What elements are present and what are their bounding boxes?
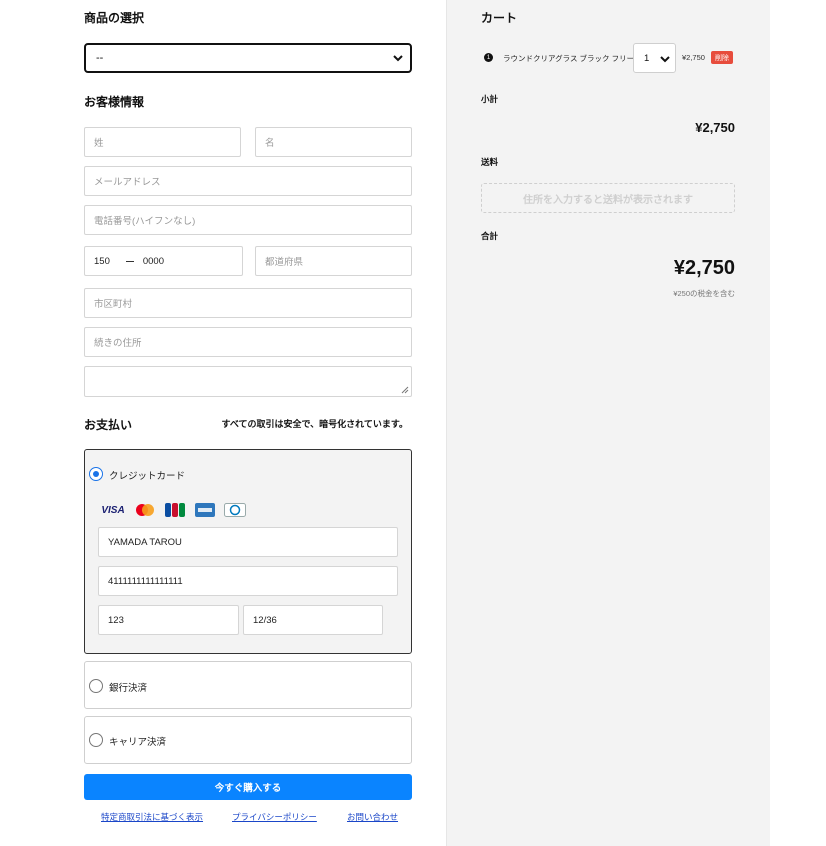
card-holder-value: YAMADA TAROU: [108, 536, 182, 548]
card-cvc-input[interactable]: 123: [98, 605, 239, 635]
resize-grip-icon[interactable]: [401, 386, 409, 394]
mastercard-icon: [134, 503, 156, 517]
card-expiry-value: 12/36: [253, 614, 277, 626]
credit-card-label: クレジットカード: [109, 471, 186, 482]
carrier-option[interactable]: キャリア決済: [84, 716, 412, 764]
cart-item-price: ¥2,750: [682, 53, 705, 62]
privacy-link[interactable]: プライバシーポリシー: [232, 811, 317, 823]
chevron-down-icon: [393, 55, 403, 62]
tax-note: ¥250の税金を含む: [673, 289, 735, 298]
total-label: 合計: [481, 231, 499, 241]
diners-icon: [224, 503, 246, 517]
carrier-radio[interactable]: [89, 733, 103, 747]
cart-title: カート: [481, 11, 518, 25]
bank-label: 銀行決済: [109, 683, 148, 694]
card-cvc-value: 123: [108, 614, 124, 626]
bank-option[interactable]: 銀行決済: [84, 661, 412, 709]
quantity-select[interactable]: 1: [633, 43, 676, 73]
product-select[interactable]: --: [84, 43, 412, 73]
card-brands: VISA: [100, 503, 246, 517]
shipping-label: 送料: [481, 157, 499, 167]
zip-separator: [125, 260, 134, 262]
first-name-placeholder: 名: [265, 138, 275, 149]
zip-input[interactable]: 150 0000: [84, 246, 243, 276]
address-extra-textarea[interactable]: [84, 366, 412, 397]
credit-card-radio[interactable]: [89, 467, 103, 481]
zip-first: 150: [94, 255, 110, 267]
bank-radio[interactable]: [89, 679, 103, 693]
card-holder-input[interactable]: YAMADA TAROU: [98, 527, 398, 557]
product-select-value: --: [96, 52, 104, 64]
legal-link[interactable]: 特定商取引法に基づく表示: [101, 811, 203, 823]
jcb-icon: [164, 503, 186, 517]
phone-placeholder: 電話番号(ハイフンなし): [94, 216, 196, 227]
remove-item-button[interactable]: 削除: [711, 51, 733, 64]
email-input[interactable]: メールアドレス: [84, 166, 412, 196]
card-expiry-input[interactable]: 12/36: [243, 605, 383, 635]
product-heading: 商品の選択: [84, 11, 145, 25]
address-placeholder: 続きの住所: [94, 338, 142, 349]
last-name-input[interactable]: 姓: [84, 127, 241, 157]
address-input[interactable]: 続きの住所: [84, 327, 412, 357]
city-placeholder: 市区町村: [94, 299, 133, 310]
zip-second: 0000: [142, 255, 164, 267]
cart-item-name: ラウンドクリアグラス ブラック フリー: [503, 54, 635, 63]
card-number-value: 4111111111111111: [108, 575, 183, 587]
shipping-placeholder: 住所を入力すると送料が表示されます: [481, 183, 735, 213]
card-number-input[interactable]: 4111111111111111: [98, 566, 398, 596]
credit-card-option[interactable]: クレジットカード VISA YAMADA TAROU 4111111111111…: [84, 449, 412, 654]
carrier-label: キャリア決済: [109, 737, 167, 748]
quantity-value: 1: [644, 52, 650, 64]
email-placeholder: メールアドレス: [94, 177, 161, 188]
first-name-input[interactable]: 名: [255, 127, 412, 157]
secure-note: すべての取引は安全で、暗号化されています。: [221, 419, 408, 429]
subtotal-value: ¥2,750: [695, 120, 735, 135]
contact-link[interactable]: お問い合わせ: [347, 811, 398, 823]
phone-input[interactable]: 電話番号(ハイフンなし): [84, 205, 412, 235]
chevron-down-icon: [660, 56, 670, 63]
amex-icon: [194, 503, 216, 517]
visa-icon: VISA: [101, 504, 125, 516]
total-value: ¥2,750: [673, 257, 735, 279]
subtotal-label: 小計: [481, 94, 499, 104]
last-name-placeholder: 姓: [94, 138, 104, 149]
payment-heading: お支払い: [84, 418, 133, 432]
prefecture-input[interactable]: 都道府県: [255, 246, 412, 276]
city-input[interactable]: 市区町村: [84, 288, 412, 318]
buy-now-button[interactable]: 今すぐ購入する: [84, 774, 412, 800]
customer-heading: お客様情報: [84, 95, 145, 109]
cart-item-quantity-badge: 1: [484, 53, 493, 62]
prefecture-placeholder: 都道府県: [265, 257, 304, 268]
